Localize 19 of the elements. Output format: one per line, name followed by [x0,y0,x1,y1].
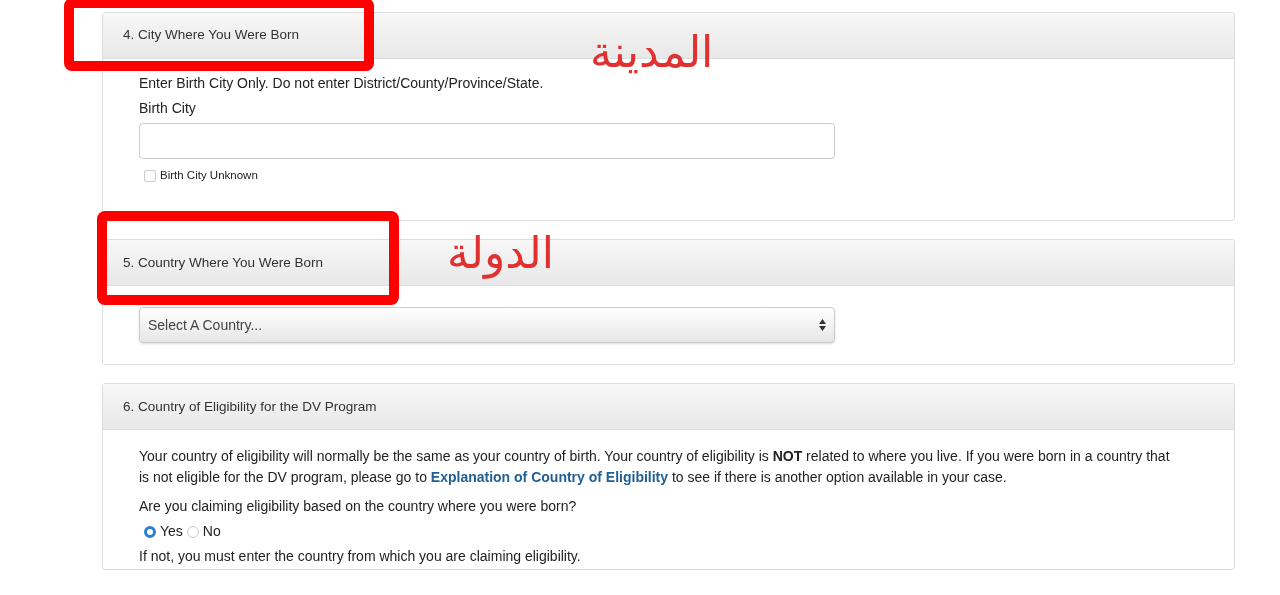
info-link[interactable]: Explanation of Country of Eligibility [430,469,669,486]
question-text: Are you claiming eligibility based on the country where you were born? [139,497,578,517]
annotation-text: المدينة [590,30,714,74]
note-text: If not, you must enter the country from which you are claiming eligibility. [139,547,582,567]
field-label: Birth City [139,99,197,118]
instruction-text: Enter Birth City Only. Do not enter District/County/Province/State. [139,74,545,93]
radio-button[interactable] [186,525,199,538]
section-title: 5. Country Where You Were Born [123,253,324,272]
sort-arrows-icon [819,319,826,332]
radio-label: No [202,522,221,542]
info-paragraph: Your country of eligibility will normally be the same as your country of birth. Your country of eligibility is NOT related to where you live. If you were born in a country that is not eligible for the DV program, please go to Explanation of Country of Eligibility to see if there is another option available in your case. [139,447,1171,488]
country-select[interactable]: Select A Country... [139,307,835,344]
section-title: 6. Country of Eligibility for the DV Program [123,397,377,416]
radio-label: Yes [160,522,183,542]
checkbox[interactable] [144,169,156,182]
text-input-field[interactable] [139,123,835,159]
radio-button[interactable] [144,525,156,538]
section-title: 4. City Where You Were Born [123,26,300,45]
checkbox-label: Birth City Unknown [160,168,258,183]
